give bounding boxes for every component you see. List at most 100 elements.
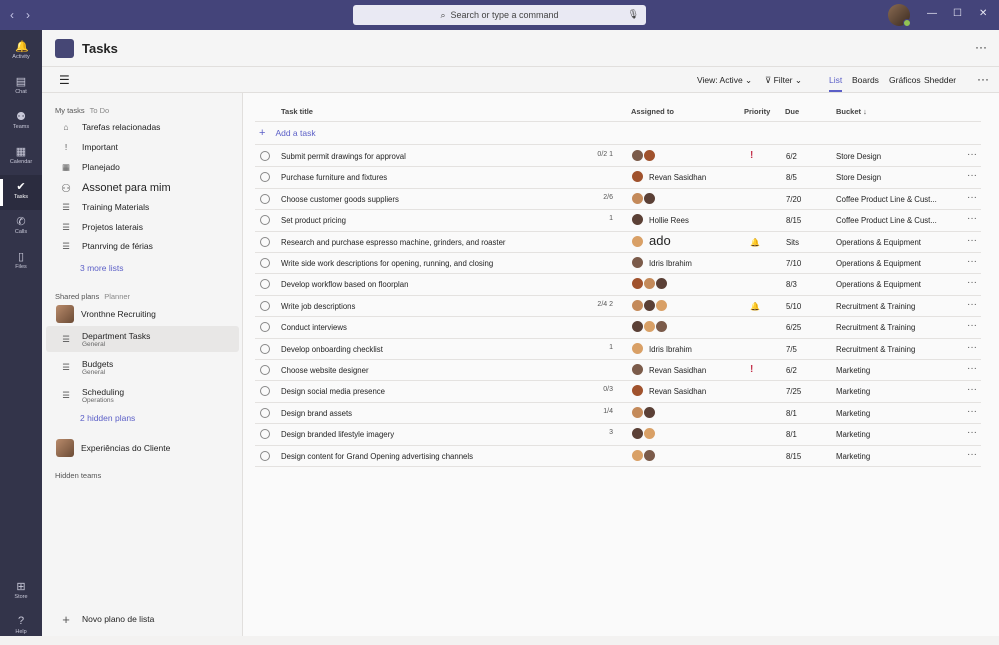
task-title[interactable]: Design social media presence — [281, 387, 385, 396]
back-icon[interactable]: ‹ — [10, 8, 14, 22]
task-title[interactable]: Research and purchase espresso machine, … — [281, 238, 506, 247]
table-row[interactable]: Design social media presence 0/3 Revan S… — [255, 381, 981, 403]
table-row[interactable]: Develop workflow based on floorplan 8/3 … — [255, 274, 981, 296]
row-more-icon[interactable]: ··· — [967, 170, 977, 181]
due-date[interactable]: 7/10 — [786, 259, 801, 268]
row-more-icon[interactable]: ··· — [967, 235, 977, 246]
table-row[interactable]: Write job descriptions 2/4 2 🔔 5/10 Recr… — [255, 296, 981, 318]
task-title[interactable]: Design brand assets — [281, 409, 352, 418]
bucket-name[interactable]: Operations & Equipment — [836, 280, 921, 289]
tab-boards[interactable]: Boards — [852, 75, 879, 85]
table-row[interactable]: Design branded lifestyle imagery 3 8/1 M… — [255, 424, 981, 446]
assignee-avatars[interactable] — [631, 191, 656, 205]
plan-department-tasks[interactable]: ☰ Department Tasks General — [46, 326, 239, 352]
complete-checkbox[interactable] — [260, 365, 270, 375]
table-row[interactable]: Research and purchase espresso machine, … — [255, 232, 981, 253]
bucket-name[interactable]: Marketing — [836, 366, 870, 375]
row-more-icon[interactable]: ··· — [967, 277, 977, 288]
due-date[interactable]: 7/20 — [786, 195, 801, 204]
table-row[interactable]: Write side work descriptions for opening… — [255, 253, 981, 275]
due-date[interactable]: 8/1 — [786, 430, 797, 439]
bucket-name[interactable]: Marketing — [836, 430, 870, 439]
col-task-title[interactable]: Task title — [281, 107, 313, 116]
rail-item-files[interactable]: ▯ Files — [0, 245, 42, 280]
plan-budgets[interactable]: ☰ Budgets General — [46, 354, 239, 380]
table-row[interactable]: Set product pricing 1 Hollie Rees 8/15 C… — [255, 210, 981, 232]
bucket-name[interactable]: Recruitment & Training — [836, 345, 915, 354]
row-more-icon[interactable]: ··· — [967, 213, 977, 224]
complete-checkbox[interactable] — [260, 279, 270, 290]
tab-charts[interactable]: Gráficos — [889, 75, 921, 85]
due-date[interactable]: 8/1 — [786, 409, 797, 418]
row-more-icon[interactable]: ··· — [967, 320, 977, 331]
task-title[interactable]: Design branded lifestyle imagery — [281, 430, 394, 439]
rail-item-chat[interactable]: ▤ Chat — [0, 70, 42, 105]
rail-item-calendar[interactable]: ▦ Calendar — [0, 140, 42, 175]
assignee-avatars[interactable] — [631, 213, 644, 227]
complete-checkbox[interactable] — [260, 151, 270, 161]
task-title[interactable]: Design content for Grand Opening adverti… — [281, 452, 473, 461]
rail-item-activity[interactable]: 🔔 Activity — [0, 35, 42, 70]
task-title[interactable]: Purchase furniture and fixtures — [281, 173, 387, 182]
profile-avatar[interactable] — [888, 4, 911, 27]
task-title[interactable]: Develop workflow based on floorplan — [281, 280, 408, 289]
row-more-icon[interactable]: ··· — [967, 299, 977, 310]
sidebar-item-assigned[interactable]: ⌂ Tarefas relacionadas — [46, 117, 239, 137]
due-date[interactable]: 5/10 — [786, 302, 801, 311]
rail-item-tasks[interactable]: ✔ Tasks — [0, 175, 42, 210]
complete-checkbox[interactable] — [260, 258, 270, 268]
add-task-button[interactable]: + Add a task — [259, 127, 316, 139]
assignee-avatars[interactable] — [631, 149, 656, 162]
close-icon[interactable]: ✕ — [979, 8, 987, 19]
table-row[interactable]: Purchase furniture and fixtures Revan Sa… — [255, 167, 981, 189]
maximize-icon[interactable]: ☐ — [953, 8, 962, 19]
table-row[interactable]: Develop onboarding checklist 1 Idris Ibr… — [255, 339, 981, 360]
col-due[interactable]: Due — [785, 107, 799, 116]
minimize-icon[interactable]: — — [927, 8, 937, 19]
complete-checkbox[interactable] — [260, 450, 270, 461]
assignee-avatars[interactable] — [631, 448, 656, 462]
complete-checkbox[interactable] — [260, 386, 270, 397]
row-more-icon[interactable]: ··· — [967, 427, 977, 438]
bucket-name[interactable]: Recruitment & Training — [836, 302, 915, 311]
table-row[interactable]: Submit permit drawings for approval 0/2 … — [255, 146, 981, 168]
tab-schedule[interactable]: Shedder — [924, 75, 956, 85]
view-dropdown[interactable]: View: Active ⌄ — [697, 75, 752, 86]
assignee-avatars[interactable] — [631, 427, 656, 441]
plan-customer-experience[interactable]: Experiências do Cliente — [46, 438, 239, 458]
bucket-name[interactable]: Operations & Equipment — [836, 259, 921, 268]
bucket-name[interactable]: Store Design — [836, 152, 881, 161]
table-row[interactable]: Choose website designer Revan Sasidhan !… — [255, 360, 981, 382]
due-date[interactable]: Sits — [786, 238, 799, 247]
assignee-avatars[interactable] — [631, 320, 668, 334]
complete-checkbox[interactable] — [260, 322, 270, 333]
complete-checkbox[interactable] — [260, 236, 270, 247]
due-date[interactable]: 6/25 — [786, 323, 801, 332]
assignee-avatars[interactable] — [631, 405, 656, 419]
table-row[interactable]: Conduct interviews 6/25 Recruitment & Tr… — [255, 317, 981, 339]
sidebar-item-planned[interactable]: ▦ Planejado — [46, 157, 239, 177]
rail-item-teams[interactable]: ⚉ Teams — [0, 105, 42, 140]
row-more-icon[interactable]: ··· — [967, 192, 977, 203]
col-bucket[interactable]: Bucket ↓ — [836, 107, 867, 116]
complete-checkbox[interactable] — [260, 215, 270, 226]
assignee-avatars[interactable] — [631, 234, 644, 248]
complete-checkbox[interactable] — [260, 407, 270, 418]
col-priority[interactable]: Priority — [744, 107, 770, 116]
table-row[interactable]: Choose customer goods suppliers 2/6 7/20… — [255, 189, 981, 211]
row-more-icon[interactable]: ··· — [967, 256, 977, 267]
due-date[interactable]: 6/2 — [786, 366, 797, 375]
bucket-name[interactable]: Marketing — [836, 387, 870, 396]
assignee-avatars[interactable] — [631, 170, 644, 184]
task-title[interactable]: Set product pricing — [281, 216, 346, 225]
assignee-avatars[interactable] — [631, 363, 644, 376]
more-lists-link[interactable]: 3 more lists — [80, 263, 123, 273]
rail-item-calls[interactable]: ✆ Calls — [0, 210, 42, 245]
search-box[interactable]: ⌕ Search or type a command 🎙 — [353, 5, 646, 25]
plan-scheduling[interactable]: ☰ Scheduling Operations — [46, 382, 239, 408]
task-title[interactable]: Submit permit drawings for approval — [281, 152, 406, 161]
hamburger-icon[interactable]: ☰ — [59, 73, 70, 87]
rail-item-help[interactable]: ? Help — [0, 610, 42, 645]
assignee-avatars[interactable] — [631, 341, 644, 355]
due-date[interactable]: 8/15 — [786, 452, 801, 461]
